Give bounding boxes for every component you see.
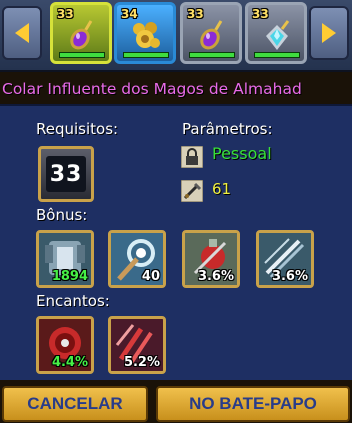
- bonus-label: Bônus:: [36, 206, 88, 224]
- parameters-label: Parâmetros:: [182, 120, 273, 138]
- enchantment-value: 4.4%: [51, 355, 88, 370]
- required-level-box: 33: [38, 146, 94, 202]
- lock-icon: [181, 146, 203, 168]
- enchantment-value: 5.2%: [123, 355, 160, 370]
- carousel-slot-1[interactable]: 33: [50, 2, 112, 64]
- enchantment-1[interactable]: 4.4%: [36, 316, 94, 374]
- durability-bar: [123, 52, 169, 58]
- weapon-stat-icon: [181, 180, 203, 202]
- amulet-cyan-crystal-icon: [266, 20, 290, 50]
- carousel-slot-3[interactable]: 33: [180, 2, 242, 64]
- carousel-slot-2[interactable]: 34: [114, 2, 176, 64]
- durability-bar: [59, 52, 105, 58]
- binding-value: Pessoal: [212, 144, 272, 163]
- enchantments-label: Encantos:: [36, 292, 110, 310]
- bonus-potion[interactable]: 3.6%: [182, 230, 240, 288]
- next-item-button[interactable]: [309, 6, 349, 60]
- item-details-panel: Requisitos: 33 Parâmetros: Pessoal 61 Bô…: [0, 104, 352, 380]
- requirements-label: Requisitos:: [36, 120, 119, 138]
- arrow-left-icon: [15, 23, 29, 43]
- amulet-gold-chain-icon: [133, 22, 160, 48]
- bonus-armor[interactable]: 1894: [36, 230, 94, 288]
- amulet-purple-gem-icon: [200, 20, 223, 50]
- bonus-value: 40: [141, 269, 160, 284]
- durability-bar: [189, 52, 235, 58]
- stat-value: 61: [212, 180, 232, 198]
- bonus-value: 3.6%: [271, 269, 308, 284]
- item-carousel: 33 34 33 33: [0, 0, 352, 72]
- bonus-value: 1894: [51, 269, 88, 284]
- previous-item-button[interactable]: [2, 6, 42, 60]
- enchantment-2[interactable]: 5.2%: [108, 316, 166, 374]
- amulet-purple-gem-icon: [70, 20, 93, 50]
- arrow-right-icon: [322, 23, 336, 43]
- durability-bar: [254, 52, 300, 58]
- bonus-value: 3.6%: [197, 269, 234, 284]
- carousel-slot-4[interactable]: 33: [245, 2, 307, 64]
- item-title: Colar Influente dos Magos de Almahad: [2, 80, 302, 98]
- cancel-button[interactable]: CANCELAR: [2, 386, 148, 422]
- bonus-blades[interactable]: 3.6%: [256, 230, 314, 288]
- bonus-magic[interactable]: 40: [108, 230, 166, 288]
- send-to-chat-button[interactable]: NO BATE-PAPO: [156, 386, 350, 422]
- required-level-value: 33: [46, 156, 86, 192]
